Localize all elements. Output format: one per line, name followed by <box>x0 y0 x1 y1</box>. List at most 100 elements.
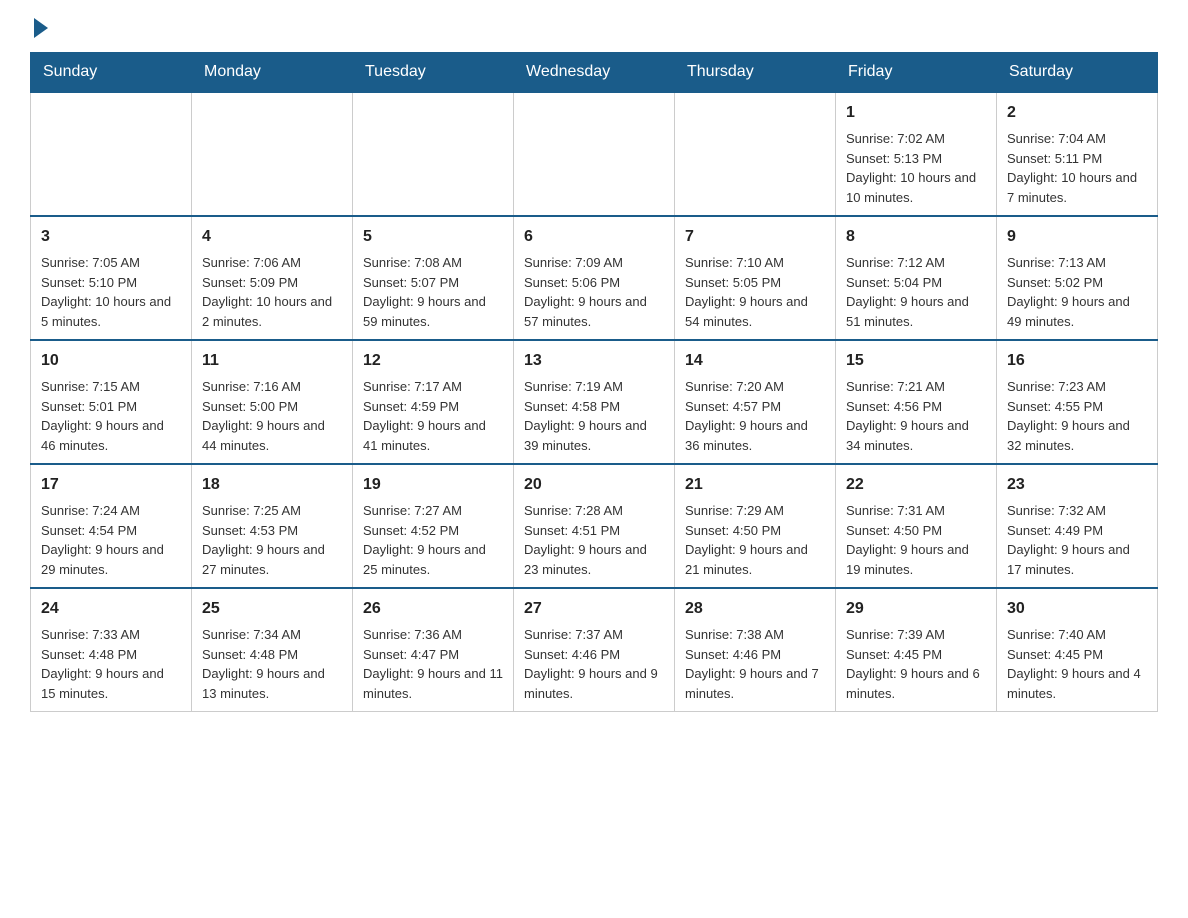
day-info-line: Daylight: 9 hours and 51 minutes. <box>846 292 986 331</box>
day-info-line: Daylight: 9 hours and 9 minutes. <box>524 664 664 703</box>
calendar-cell: 20Sunrise: 7:28 AMSunset: 4:51 PMDayligh… <box>514 464 675 588</box>
day-info-line: Sunrise: 7:04 AM <box>1007 129 1147 149</box>
day-number: 22 <box>846 473 986 497</box>
day-info-line: Sunrise: 7:40 AM <box>1007 625 1147 645</box>
day-number: 4 <box>202 225 342 249</box>
day-info-line: Sunset: 4:58 PM <box>524 397 664 417</box>
calendar-cell: 12Sunrise: 7:17 AMSunset: 4:59 PMDayligh… <box>353 340 514 464</box>
week-row-3: 10Sunrise: 7:15 AMSunset: 5:01 PMDayligh… <box>31 340 1158 464</box>
day-info-line: Daylight: 9 hours and 21 minutes. <box>685 540 825 579</box>
day-info-line: Daylight: 9 hours and 49 minutes. <box>1007 292 1147 331</box>
calendar-cell: 28Sunrise: 7:38 AMSunset: 4:46 PMDayligh… <box>675 588 836 712</box>
day-number: 17 <box>41 473 181 497</box>
day-info-line: Sunrise: 7:02 AM <box>846 129 986 149</box>
calendar-cell: 10Sunrise: 7:15 AMSunset: 5:01 PMDayligh… <box>31 340 192 464</box>
day-info-line: Daylight: 9 hours and 19 minutes. <box>846 540 986 579</box>
column-header-wednesday: Wednesday <box>514 53 675 93</box>
day-info-line: Daylight: 9 hours and 46 minutes. <box>41 416 181 455</box>
day-number: 7 <box>685 225 825 249</box>
calendar-cell: 15Sunrise: 7:21 AMSunset: 4:56 PMDayligh… <box>836 340 997 464</box>
calendar-cell: 3Sunrise: 7:05 AMSunset: 5:10 PMDaylight… <box>31 216 192 340</box>
calendar-cell <box>353 92 514 216</box>
day-info-line: Sunset: 4:51 PM <box>524 521 664 541</box>
day-info-line: Sunrise: 7:39 AM <box>846 625 986 645</box>
day-info-line: Sunset: 4:50 PM <box>685 521 825 541</box>
day-info-line: Sunrise: 7:10 AM <box>685 253 825 273</box>
day-info-line: Sunrise: 7:13 AM <box>1007 253 1147 273</box>
day-info-line: Daylight: 9 hours and 13 minutes. <box>202 664 342 703</box>
day-info-line: Sunrise: 7:25 AM <box>202 501 342 521</box>
day-number: 8 <box>846 225 986 249</box>
calendar-cell: 27Sunrise: 7:37 AMSunset: 4:46 PMDayligh… <box>514 588 675 712</box>
day-number: 26 <box>363 597 503 621</box>
calendar-cell <box>514 92 675 216</box>
day-number: 1 <box>846 101 986 125</box>
day-info-line: Sunrise: 7:38 AM <box>685 625 825 645</box>
day-info-line: Daylight: 9 hours and 34 minutes. <box>846 416 986 455</box>
day-info-line: Daylight: 9 hours and 54 minutes. <box>685 292 825 331</box>
day-number: 25 <box>202 597 342 621</box>
day-info-line: Sunset: 5:07 PM <box>363 273 503 293</box>
day-info-line: Sunset: 4:46 PM <box>685 645 825 665</box>
day-info-line: Sunset: 4:52 PM <box>363 521 503 541</box>
day-info-line: Daylight: 9 hours and 27 minutes. <box>202 540 342 579</box>
day-number: 19 <box>363 473 503 497</box>
day-info-line: Daylight: 9 hours and 23 minutes. <box>524 540 664 579</box>
day-info-line: Sunrise: 7:24 AM <box>41 501 181 521</box>
day-info-line: Daylight: 9 hours and 36 minutes. <box>685 416 825 455</box>
day-info-line: Daylight: 9 hours and 11 minutes. <box>363 664 503 703</box>
day-info-line: Sunrise: 7:15 AM <box>41 377 181 397</box>
day-info-line: Sunrise: 7:05 AM <box>41 253 181 273</box>
day-info-line: Sunrise: 7:17 AM <box>363 377 503 397</box>
day-number: 3 <box>41 225 181 249</box>
calendar-cell: 1 Sunrise: 7:02 AMSunset: 5:13 PMDaylight… <box>836 92 997 216</box>
day-info-line: Daylight: 9 hours and 7 minutes. <box>685 664 825 703</box>
day-info-line: Daylight: 10 hours and 5 minutes. <box>41 292 181 331</box>
day-info-line: Sunset: 5:04 PM <box>846 273 986 293</box>
day-info-line: Sunset: 5:05 PM <box>685 273 825 293</box>
day-info-line: Sunset: 5:13 PM <box>846 149 986 169</box>
calendar-cell: 9Sunrise: 7:13 AMSunset: 5:02 PMDaylight… <box>997 216 1158 340</box>
day-number: 15 <box>846 349 986 373</box>
day-info-line: Sunset: 4:59 PM <box>363 397 503 417</box>
calendar-cell: 14Sunrise: 7:20 AMSunset: 4:57 PMDayligh… <box>675 340 836 464</box>
day-info-line: Sunrise: 7:32 AM <box>1007 501 1147 521</box>
day-number: 9 <box>1007 225 1147 249</box>
column-header-thursday: Thursday <box>675 53 836 93</box>
week-row-2: 3Sunrise: 7:05 AMSunset: 5:10 PMDaylight… <box>31 216 1158 340</box>
day-info-line: Sunset: 4:57 PM <box>685 397 825 417</box>
day-number: 20 <box>524 473 664 497</box>
day-number: 18 <box>202 473 342 497</box>
calendar-cell: 30Sunrise: 7:40 AMSunset: 4:45 PMDayligh… <box>997 588 1158 712</box>
day-info-line: Sunrise: 7:12 AM <box>846 253 986 273</box>
column-header-saturday: Saturday <box>997 53 1158 93</box>
day-info-line: Sunset: 5:01 PM <box>41 397 181 417</box>
day-number: 12 <box>363 349 503 373</box>
day-info-line: Sunset: 4:55 PM <box>1007 397 1147 417</box>
week-row-1: 1 Sunrise: 7:02 AMSunset: 5:13 PMDaylight… <box>31 92 1158 216</box>
calendar-cell: 11Sunrise: 7:16 AMSunset: 5:00 PMDayligh… <box>192 340 353 464</box>
day-number: 24 <box>41 597 181 621</box>
calendar-cell: 25Sunrise: 7:34 AMSunset: 4:48 PMDayligh… <box>192 588 353 712</box>
calendar-cell: 19Sunrise: 7:27 AMSunset: 4:52 PMDayligh… <box>353 464 514 588</box>
calendar-cell: 24Sunrise: 7:33 AMSunset: 4:48 PMDayligh… <box>31 588 192 712</box>
column-header-friday: Friday <box>836 53 997 93</box>
day-info-line: Daylight: 9 hours and 25 minutes. <box>363 540 503 579</box>
day-info-line: Daylight: 9 hours and 44 minutes. <box>202 416 342 455</box>
calendar-cell: 21Sunrise: 7:29 AMSunset: 4:50 PMDayligh… <box>675 464 836 588</box>
week-row-4: 17Sunrise: 7:24 AMSunset: 4:54 PMDayligh… <box>31 464 1158 588</box>
column-header-sunday: Sunday <box>31 53 192 93</box>
day-info-line: Sunrise: 7:21 AM <box>846 377 986 397</box>
day-info-line: Sunset: 4:45 PM <box>846 645 986 665</box>
day-info-line: Sunrise: 7:37 AM <box>524 625 664 645</box>
day-info-line: Sunset: 4:48 PM <box>41 645 181 665</box>
day-info-line: Daylight: 9 hours and 59 minutes. <box>363 292 503 331</box>
day-info-line: Sunset: 4:45 PM <box>1007 645 1147 665</box>
day-info-line: Daylight: 10 hours and 10 minutes. <box>846 168 986 207</box>
day-info-line: Sunrise: 7:36 AM <box>363 625 503 645</box>
day-number: 6 <box>524 225 664 249</box>
day-info-line: Daylight: 9 hours and 39 minutes. <box>524 416 664 455</box>
calendar-cell <box>192 92 353 216</box>
day-info-line: Sunset: 4:49 PM <box>1007 521 1147 541</box>
column-header-monday: Monday <box>192 53 353 93</box>
